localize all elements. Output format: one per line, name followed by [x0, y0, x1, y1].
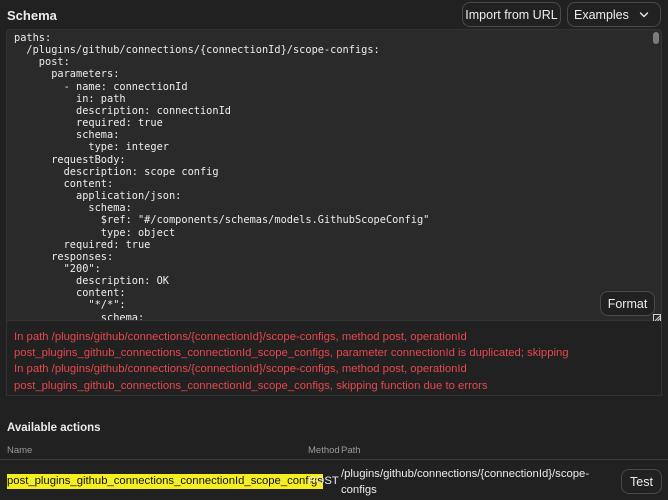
chevron-down-icon — [639, 12, 649, 18]
action-path: /plugins/github/connections/{connectionI… — [341, 468, 590, 496]
action-name: post_plugins_github_connections_connecti… — [7, 474, 323, 489]
error-line: In path /plugins/github/connections/{con… — [14, 331, 467, 343]
examples-select[interactable]: Examples — [567, 2, 661, 27]
import-from-url-button[interactable]: Import from URL — [462, 2, 561, 27]
schema-editor[interactable]: paths: /plugins/github/connections/{conn… — [6, 29, 662, 321]
schema-header: Schema Import from URL Examples — [0, 0, 668, 30]
schema-title: Schema — [7, 8, 57, 23]
test-button[interactable]: Test — [621, 469, 662, 494]
examples-select-label: Examples — [574, 7, 629, 22]
column-header-name: Name — [7, 445, 33, 456]
column-header-method: Method — [308, 445, 340, 456]
error-line: post_plugins_github_connections_connecti… — [14, 347, 569, 360]
format-button[interactable]: Format — [600, 291, 655, 316]
error-line: In path /plugins/github/connections/{con… — [14, 363, 467, 376]
schema-code[interactable]: paths: /plugins/github/connections/{conn… — [14, 32, 429, 320]
editor-scrollbar[interactable] — [653, 32, 659, 44]
available-actions-title: Available actions — [7, 422, 101, 434]
error-line: post_plugins_github_connections_connecti… — [14, 379, 488, 392]
action-method: POST — [308, 475, 339, 487]
table-divider — [0, 459, 668, 460]
column-header-path: Path — [341, 445, 361, 456]
error-messages: In path /plugins/github/connections/{con… — [6, 321, 662, 396]
